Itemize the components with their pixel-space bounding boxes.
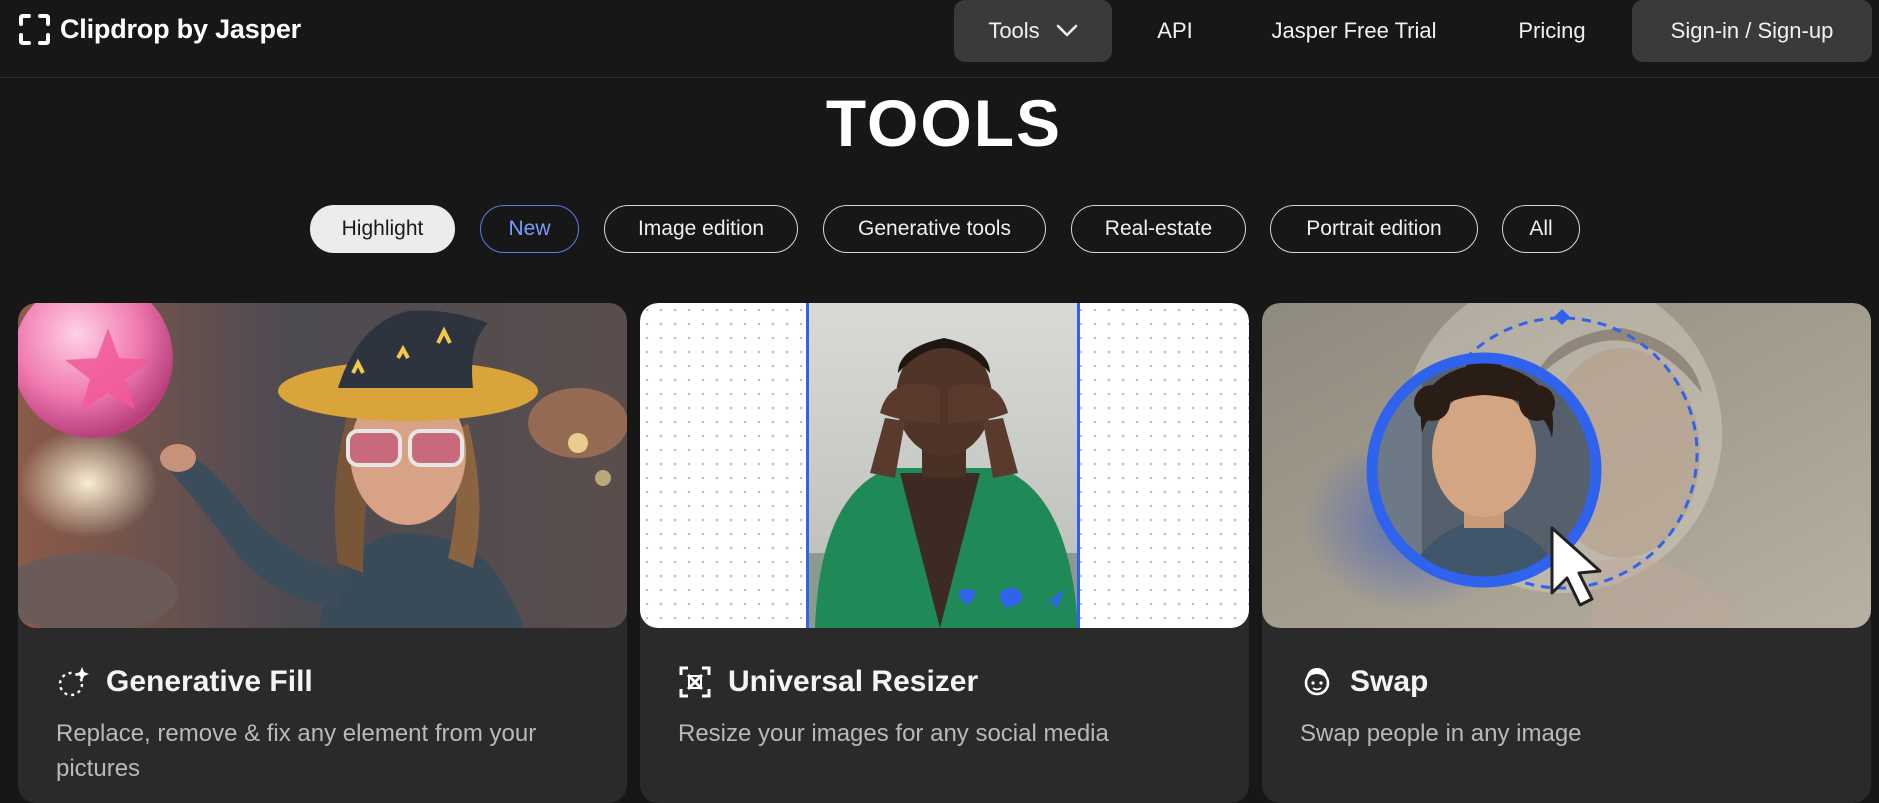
top-navbar: Clipdrop by Jasper Tools API Jasper Free… bbox=[0, 0, 1879, 78]
nav-api-link[interactable]: API bbox=[1150, 0, 1200, 62]
card-header: Generative Fill bbox=[56, 665, 313, 699]
card-header: Universal Resizer bbox=[678, 665, 978, 699]
filter-chip-all[interactable]: All bbox=[1502, 205, 1580, 253]
tool-card-generative-fill[interactable]: Generative Fill Replace, remove & fix an… bbox=[18, 303, 627, 803]
brand-logo[interactable]: Clipdrop by Jasper bbox=[18, 13, 301, 46]
face-swap-icon bbox=[1304, 668, 1330, 696]
filter-chip-highlight[interactable]: Highlight bbox=[310, 205, 455, 253]
card-title: Generative Fill bbox=[106, 665, 313, 698]
filter-chip-real-estate[interactable]: Real-estate bbox=[1071, 205, 1246, 253]
nav-tools-dropdown[interactable]: Tools bbox=[954, 0, 1112, 62]
filter-chip-image-edition[interactable]: Image edition bbox=[604, 205, 798, 253]
swap-preview-image bbox=[1262, 303, 1871, 628]
tool-card-swap[interactable]: Swap Swap people in any image bbox=[1262, 303, 1871, 803]
chevron-down-icon bbox=[1056, 24, 1077, 37]
card-description: Replace, remove & fix any element from y… bbox=[56, 720, 537, 782]
clipdrop-logo-icon bbox=[19, 14, 50, 45]
nav-pricing-link[interactable]: Pricing bbox=[1505, 0, 1599, 62]
card-header: Swap bbox=[1300, 665, 1428, 699]
card-title: Universal Resizer bbox=[728, 665, 979, 698]
filter-chip-generative-tools[interactable]: Generative tools bbox=[823, 205, 1046, 253]
sparkle-dotted-circle-icon bbox=[58, 667, 89, 697]
resize-frame-icon bbox=[679, 666, 711, 698]
filter-chip-new[interactable]: New bbox=[480, 205, 579, 253]
generative-fill-preview-image bbox=[18, 303, 627, 628]
card-title: Swap bbox=[1350, 665, 1429, 698]
card-description: Resize your images for any social media bbox=[678, 720, 1109, 747]
tool-card-universal-resizer[interactable]: Universal Resizer Resize your images for… bbox=[640, 303, 1249, 803]
brand-name: Clipdrop by Jasper bbox=[60, 14, 301, 44]
card-description: Swap people in any image bbox=[1300, 720, 1582, 747]
nav-free-trial-link[interactable]: Jasper Free Trial bbox=[1254, 0, 1454, 62]
sign-in-button[interactable]: Sign-in / Sign-up bbox=[1632, 0, 1872, 62]
page-title: TOOLS bbox=[825, 86, 1063, 160]
nav-tools-label: Tools bbox=[988, 18, 1040, 43]
filter-chip-portrait-edition[interactable]: Portrait edition bbox=[1270, 205, 1478, 253]
universal-resizer-preview-image bbox=[640, 303, 1249, 628]
